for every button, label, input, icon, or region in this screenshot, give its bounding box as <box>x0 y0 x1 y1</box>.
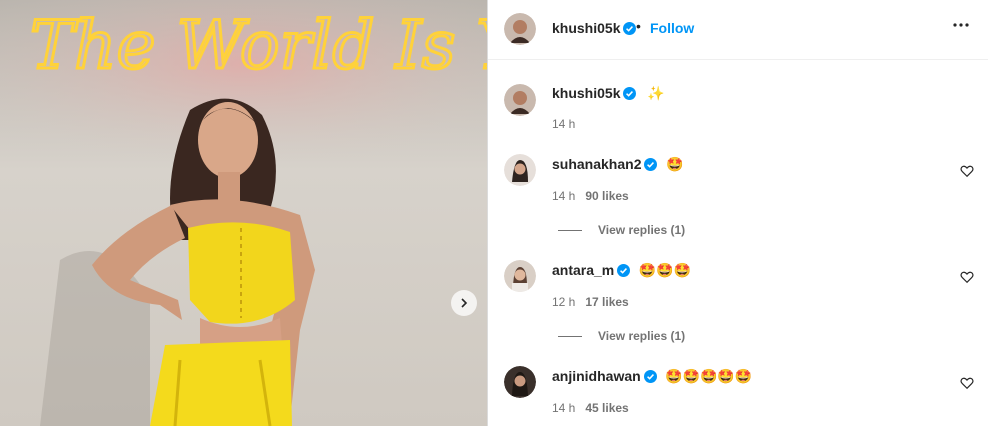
comment-item: antara_m 🤩🤩🤩 12 h 17 likes View replies (… <box>488 256 988 356</box>
comment-line: antara_m 🤩🤩🤩 <box>552 262 691 280</box>
post-header: khushi05k • Follow <box>488 0 988 60</box>
caption-line: khushi05k ✨ <box>552 85 664 103</box>
header-username-wrap: khushi05k <box>552 20 637 38</box>
separator-dot: • <box>636 18 641 34</box>
verified-icon <box>643 370 657 384</box>
neon-sign: The World Is Your <box>29 6 488 86</box>
caption-avatar[interactable] <box>504 84 536 116</box>
comment-time: 14 h <box>552 401 576 415</box>
replies-dash <box>558 229 582 231</box>
view-replies-button[interactable]: View replies (1) <box>558 223 685 237</box>
comment-emojis: 🤩 <box>665 156 684 173</box>
comment-likes[interactable]: 17 likes <box>585 295 628 309</box>
comment-time: 14 h <box>552 189 576 203</box>
caption-emoji: ✨ <box>646 85 665 102</box>
comment-time: 12 h <box>552 295 576 309</box>
follow-button[interactable]: Follow <box>650 20 694 36</box>
comment-meta: 12 h 17 likes <box>552 295 629 309</box>
like-heart-icon[interactable] <box>960 164 974 178</box>
comment-item: suhanakhan2 🤩 14 h 90 likes View replies … <box>488 150 988 250</box>
comment-meta: 14 h 90 likes <box>552 189 629 203</box>
neon-text: The World Is Your <box>30 7 487 84</box>
like-heart-icon[interactable] <box>960 376 974 390</box>
comment-avatar[interactable] <box>504 154 536 186</box>
post-image[interactable]: The World Is Your <box>0 0 487 426</box>
comment-emojis: 🤩🤩🤩🤩🤩 <box>665 368 753 385</box>
caption-time: 14 h <box>552 117 576 131</box>
caption-username[interactable]: khushi05k <box>552 85 620 101</box>
comment-username[interactable]: antara_m <box>552 262 614 278</box>
header-username[interactable]: khushi05k <box>552 20 620 36</box>
next-image-button[interactable] <box>451 290 477 316</box>
avatar[interactable] <box>504 13 536 45</box>
comment-likes[interactable]: 45 likes <box>585 401 628 415</box>
comment-username[interactable]: suhanakhan2 <box>552 156 641 172</box>
comment-likes[interactable]: 90 likes <box>585 189 628 203</box>
comment-emojis: 🤩🤩🤩 <box>638 262 692 279</box>
caption: khushi05k ✨ 14 h <box>488 78 988 138</box>
comments-panel: khushi05k • Follow khushi05k ✨ 14 h suha… <box>488 0 988 426</box>
more-horizontal-icon[interactable] <box>952 22 970 28</box>
verified-icon <box>617 264 631 278</box>
verified-icon <box>623 87 637 101</box>
verified-icon <box>623 22 637 36</box>
view-replies-button[interactable]: View replies (1) <box>558 329 685 343</box>
comment-avatar[interactable] <box>504 366 536 398</box>
view-replies-label: View replies (1) <box>598 329 686 343</box>
comment-line: anjinidhawan 🤩🤩🤩🤩🤩 <box>552 368 752 386</box>
like-heart-icon[interactable] <box>960 270 974 284</box>
comment-item: anjinidhawan 🤩🤩🤩🤩🤩 14 h 45 likes <box>488 362 988 426</box>
comment-username[interactable]: anjinidhawan <box>552 368 641 384</box>
view-replies-label: View replies (1) <box>598 223 686 237</box>
chevron-right-icon <box>461 298 468 308</box>
comment-avatar[interactable] <box>504 260 536 292</box>
comment-line: suhanakhan2 🤩 <box>552 156 683 174</box>
verified-icon <box>644 158 658 172</box>
replies-dash <box>558 335 582 337</box>
comment-meta: 14 h 45 likes <box>552 401 629 415</box>
